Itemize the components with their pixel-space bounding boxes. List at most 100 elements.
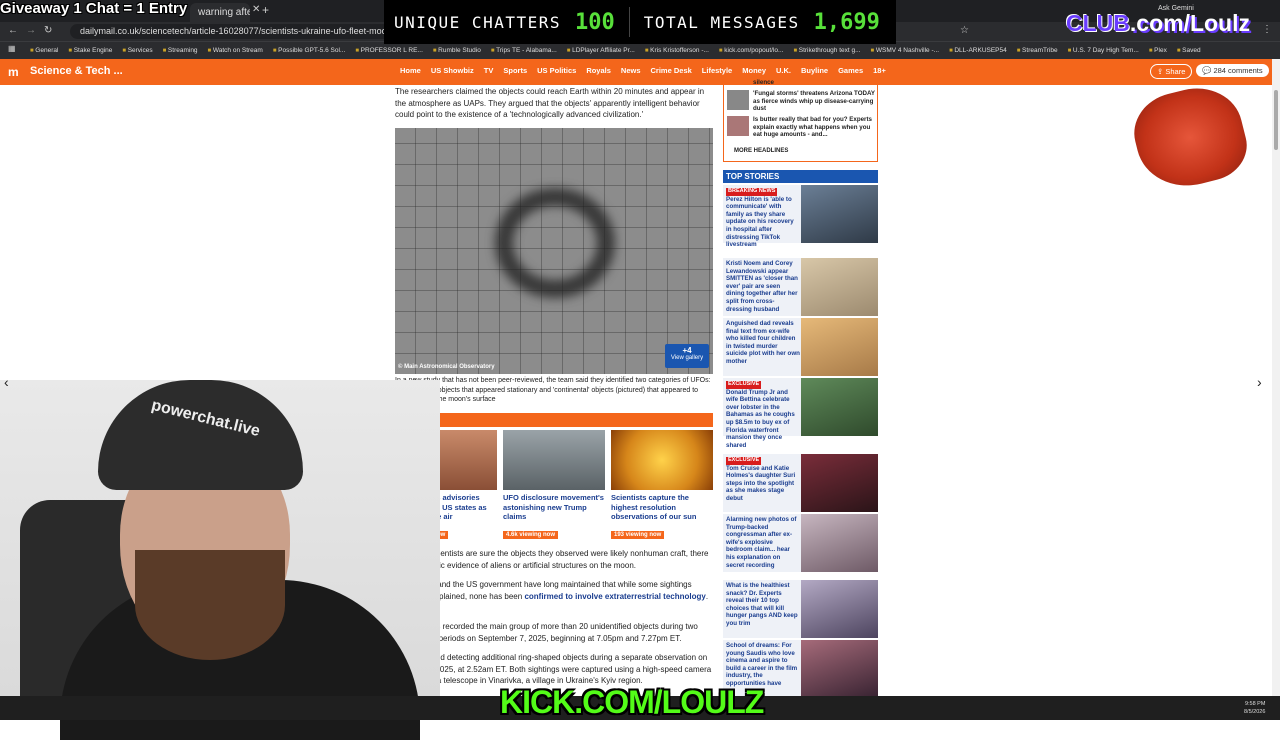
nav-link[interactable]: Crime Desk <box>651 66 692 75</box>
apps-icon[interactable]: ▦ <box>8 44 16 53</box>
story-image <box>801 318 878 376</box>
total-messages-value: 1,699 <box>813 9 880 35</box>
bookmark-item[interactable]: DLL-ARKUSEP54 <box>949 47 1006 54</box>
trending-card[interactable]: Scientists capture the highest resolutio… <box>611 430 713 541</box>
more-headlines-link[interactable]: MORE HEADLINES <box>734 148 788 154</box>
bookmark-item[interactable]: StreamTribe <box>1017 47 1058 54</box>
giveaway-overlay: Giveaway 1 Chat = 1 Entry <box>0 0 188 17</box>
face-sticker-overlay <box>1126 78 1254 197</box>
story-badge: EXCLUSIVE <box>726 381 762 389</box>
nav-link[interactable]: Sports <box>503 66 527 75</box>
headline-item[interactable]: 'Fungal storms' threatens Arizona TODAY … <box>727 90 877 112</box>
bookmark-item[interactable]: Strikethrough text g... <box>793 47 861 54</box>
viewing-badge: 193 viewing now <box>611 531 665 539</box>
headline-text: Is butter really that bad for you? Exper… <box>753 116 872 138</box>
nav-link[interactable]: News <box>621 66 641 75</box>
nav-link[interactable]: 18+ <box>873 66 886 75</box>
bookmark-item[interactable]: Rumble Studio <box>433 47 481 54</box>
share-button[interactable]: ⇪ Share <box>1150 64 1193 79</box>
story-text: Perez Hilton is 'able to communicate' wi… <box>726 195 794 249</box>
top-story-item[interactable]: What is the healthiest snack? Dr. Expert… <box>723 580 878 638</box>
top-story-item[interactable]: BREAKING NEWS Perez Hilton is 'able to co… <box>723 185 878 248</box>
bookmark-item[interactable]: Plex <box>1149 47 1167 54</box>
site-nav-bar: m Science & Tech ... Home US Showbiz TV Spo… <box>0 59 1272 85</box>
nav-link[interactable]: US Politics <box>537 66 576 75</box>
bookmark-item[interactable]: LDPlayer Affiliate Pr... <box>567 47 635 54</box>
prev-arrow-icon[interactable]: ‹ <box>4 374 9 390</box>
reload-icon[interactable]: ↻ <box>44 25 52 36</box>
headline-text: silence <box>753 79 774 86</box>
bookmark-item[interactable]: PROFESSOR L RE... <box>355 47 423 54</box>
nav-link[interactable]: Games <box>838 66 863 75</box>
top-story-item[interactable]: Alarming new photos of Trump-backed cong… <box>723 514 878 572</box>
bookmark-item[interactable]: Saved <box>1177 47 1200 54</box>
headline-item[interactable]: Is butter really that bad for you? Exper… <box>727 116 877 142</box>
story-headline: Alarming new photos of Trump-backed cong… <box>726 516 800 569</box>
extraterrestrial-link[interactable]: confirmed to involve extraterrestrial te… <box>524 592 705 601</box>
headline-thumb <box>727 90 749 110</box>
nav-link[interactable]: Home <box>400 66 421 75</box>
nav-link[interactable]: Lifestyle <box>702 66 732 75</box>
trending-title: Scientists capture the highest resolutio… <box>611 493 697 521</box>
nav-link[interactable]: US Showbiz <box>431 66 474 75</box>
bookmark-item[interactable]: Streaming <box>163 47 198 54</box>
clock-date: 8/5/2026 <box>1244 709 1266 715</box>
bookmark-item[interactable]: Kris Kristofferson -... <box>645 47 709 54</box>
close-tab-icon[interactable]: ✕ <box>252 4 260 15</box>
comments-label: 284 comments <box>1213 66 1263 75</box>
story-headline: EXCLUSIVE Donald Trump Jr and wife Bettin… <box>726 380 800 449</box>
club-url-overlay: CLUB.com/Loulz <box>1066 10 1250 37</box>
nav-link[interactable]: TV <box>484 66 494 75</box>
nav-link[interactable]: U.K. <box>776 66 791 75</box>
comments-button[interactable]: 💬 284 comments <box>1196 64 1269 77</box>
paragraph-text: . <box>705 591 709 601</box>
top-story-item[interactable]: Kristi Noem and Corey Lewandowski appear… <box>723 258 878 316</box>
bookmark-item[interactable]: U.S. 7 Day High Tem... <box>1068 47 1139 54</box>
bookmark-item[interactable]: Services <box>122 47 153 54</box>
story-badge: EXCLUSIVE <box>726 457 762 465</box>
bookmark-item[interactable]: Trips TE - Alabama... <box>491 47 557 54</box>
bookmark-item[interactable]: General <box>30 47 58 54</box>
bookmark-item[interactable]: Watch on Stream <box>208 47 263 54</box>
ufo-moon-image[interactable]: © Main Astronomical Observatory +4 View … <box>395 128 713 374</box>
trending-card[interactable]: UFO disclosure movement's astonishing ne… <box>503 430 605 541</box>
story-image <box>801 258 878 316</box>
next-arrow-icon[interactable]: › <box>1257 374 1262 390</box>
scrollbar-thumb[interactable] <box>1274 90 1278 150</box>
view-gallery-button[interactable]: +4 View gallery <box>665 344 709 368</box>
new-tab-icon[interactable]: + <box>262 3 269 17</box>
star-icon[interactable]: ☆ <box>960 25 969 36</box>
top-story-item[interactable]: EXCLUSIVE Tom Cruise and Katie Holmes's d… <box>723 454 878 512</box>
story-text: Kristi Noem and Corey Lewandowski appear… <box>726 260 798 313</box>
top-story-item[interactable]: EXCLUSIVE Donald Trump Jr and wife Bettin… <box>723 378 878 449</box>
nav-link[interactable]: Money <box>742 66 766 75</box>
story-text: School of dreams: For young Saudis who l… <box>726 642 798 687</box>
story-headline: BREAKING NEWS Perez Hilton is 'able to co… <box>726 187 800 249</box>
nav-link[interactable]: Buyline <box>801 66 828 75</box>
bookmark-item[interactable]: Stake Engine <box>68 47 113 54</box>
bookmark-item[interactable]: kick.com/popout/lo... <box>719 47 783 54</box>
menu-icon[interactable]: ⋮ <box>1262 24 1272 35</box>
back-icon[interactable]: ← <box>8 25 18 36</box>
bookmark-item[interactable]: Possible GPT-5.6 Sol... <box>273 47 345 54</box>
webcam-overlay: powerchat.live <box>0 380 440 740</box>
more-headlines-box: silence 'Fungal storms' threatens Arizon… <box>723 76 878 162</box>
story-text: Donald Trump Jr and wife Bettina celebra… <box>726 388 795 449</box>
nav-link[interactable]: Royals <box>586 66 611 75</box>
article-paragraph: While the scientists are sure the object… <box>395 549 709 570</box>
section-title[interactable]: Science & Tech ... <box>30 65 123 77</box>
headline-item[interactable]: silence <box>727 79 877 89</box>
dailymail-logo-icon[interactable]: m <box>8 65 21 79</box>
viewing-badge: 4.6k viewing now <box>503 531 559 539</box>
forward-icon[interactable]: → <box>26 25 36 36</box>
browser-tab[interactable]: warning after sp... <box>190 3 250 22</box>
bookmark-item[interactable]: WSMV 4 Nashville -... <box>871 47 939 54</box>
story-image <box>801 378 878 436</box>
headline-text: 'Fungal storms' threatens Arizona TODAY … <box>753 90 875 112</box>
page-scrollbar[interactable] <box>1272 59 1280 696</box>
story-badge: BREAKING NEWS <box>726 188 778 196</box>
article-paragraph: Both NASA and the US government have lon… <box>395 579 715 602</box>
top-story-item[interactable]: Anguished dad reveals final text from ex… <box>723 318 878 376</box>
taskbar-clock[interactable]: 9:58 PM 8/5/2026 <box>1244 700 1265 716</box>
club-url: .com/Loulz <box>1129 10 1251 36</box>
